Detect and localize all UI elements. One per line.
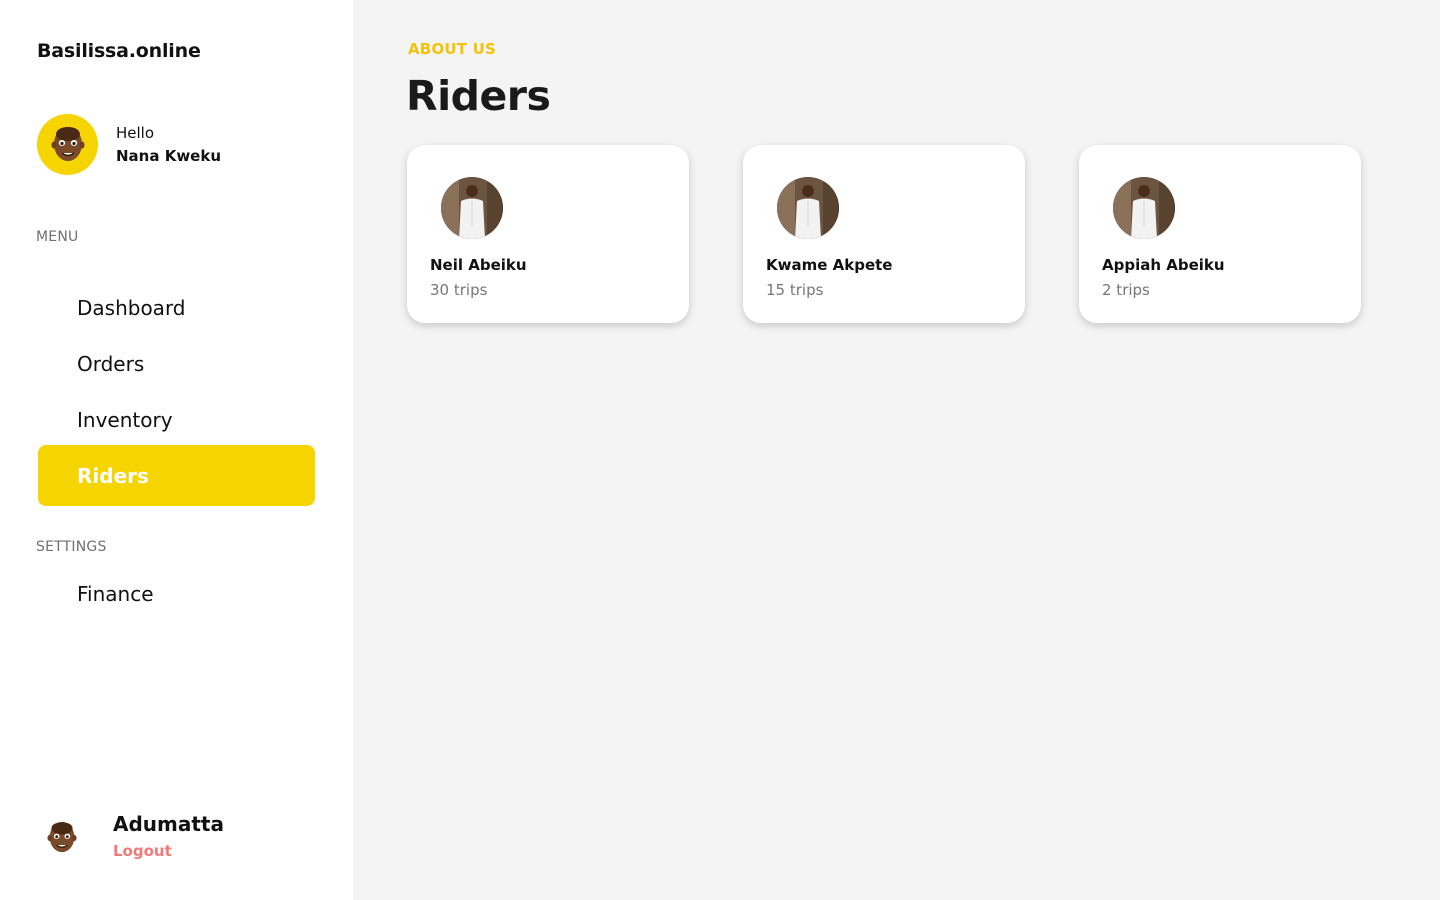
footer-user-name: Adumatta xyxy=(113,812,224,836)
logout-link[interactable]: Logout xyxy=(113,837,224,865)
page-eyebrow: ABOUT US xyxy=(408,40,497,58)
rider-photo xyxy=(1113,177,1175,239)
sidebar-item-riders[interactable]: Riders xyxy=(38,445,315,506)
rider-photo xyxy=(777,177,839,239)
rider-name: Neil Abeiku xyxy=(430,256,527,274)
sidebar-item-finance[interactable]: Finance xyxy=(38,563,315,624)
sidebar-item-label: Inventory xyxy=(77,407,173,432)
sidebar-item-label: Finance xyxy=(77,581,154,606)
rider-trip-count: 15 trips xyxy=(766,281,824,299)
avatar[interactable] xyxy=(45,821,79,855)
menu-section-label: MENU xyxy=(36,229,79,245)
sidebar-item-inventory[interactable]: Inventory xyxy=(38,389,315,450)
rider-portrait-icon xyxy=(1113,177,1175,239)
greeting-user-name: Nana Kweku xyxy=(116,146,222,165)
sidebar-item-label: Riders xyxy=(77,463,149,488)
rider-portrait-icon xyxy=(777,177,839,239)
rider-card[interactable]: Kwame Akpete 15 trips xyxy=(743,145,1025,323)
page-title: Riders xyxy=(406,72,551,120)
brand-logo[interactable]: Basilissa.online xyxy=(37,40,201,62)
rider-name: Kwame Akpete xyxy=(766,256,893,274)
rider-card[interactable]: Appiah Abeiku 2 trips xyxy=(1079,145,1361,323)
sidebar: Basilissa.online Hello Nana Kweku MENU D… xyxy=(0,0,353,900)
greeting-hello: Hello xyxy=(116,123,155,142)
rider-name: Appiah Abeiku xyxy=(1102,256,1225,274)
sidebar-item-label: Dashboard xyxy=(77,295,186,320)
memoji-avatar-icon xyxy=(47,822,77,853)
rider-card[interactable]: Neil Abeiku 30 trips xyxy=(407,145,689,323)
footer-user: Adumatta Logout xyxy=(45,811,224,865)
rider-photo xyxy=(441,177,503,239)
avatar[interactable] xyxy=(37,114,98,175)
settings-section-label: SETTINGS xyxy=(36,539,107,555)
sidebar-item-label: Orders xyxy=(77,351,145,376)
sidebar-item-orders[interactable]: Orders xyxy=(38,333,315,394)
rider-trip-count: 2 trips xyxy=(1102,281,1150,299)
rider-card-list: Neil Abeiku 30 trips Kwame Akpete 15 tri… xyxy=(407,145,1361,323)
memoji-avatar-icon xyxy=(51,126,84,161)
rider-portrait-icon xyxy=(441,177,503,239)
sidebar-item-dashboard[interactable]: Dashboard xyxy=(38,277,315,338)
rider-trip-count: 30 trips xyxy=(430,281,488,299)
user-greeting: Hello Nana Kweku xyxy=(37,114,221,175)
